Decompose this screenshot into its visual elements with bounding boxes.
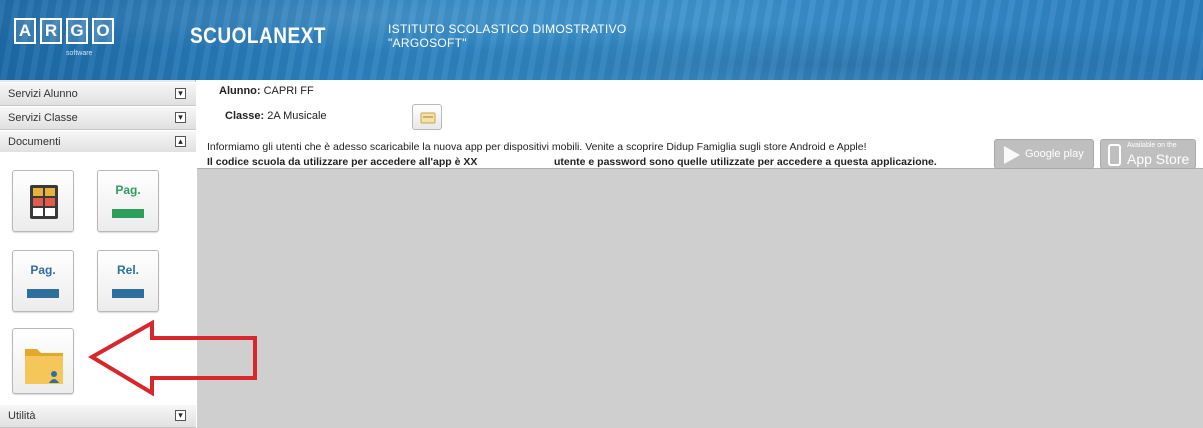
- pagella-green-button[interactable]: Pag.: [97, 170, 159, 232]
- relazione-blue-bar-icon: [112, 289, 144, 298]
- expand-toggle-icon[interactable]: ▾: [175, 112, 186, 123]
- pagella-label: Pag.: [30, 263, 56, 277]
- logo-subtitle: software: [66, 50, 93, 57]
- student-label: Alunno:: [219, 85, 261, 97]
- institute-line-2: "ARGOSOFT": [388, 36, 467, 50]
- user-folder-icon: [25, 349, 63, 384]
- logo-letter-o: O: [92, 18, 114, 44]
- app-notice-line-2a: Il codice scuola da utilizzare per acced…: [207, 156, 478, 168]
- app-store-badge[interactable]: Available on the App Store: [1100, 139, 1196, 169]
- app-store-available-text: Available on the: [1127, 142, 1177, 149]
- sidebar-section-servizi-classe[interactable]: Servizi Classe ▾: [0, 106, 196, 130]
- app-header: A R G O software SCUOLANEXT ISTITUTO SCO…: [0, 0, 1203, 80]
- main-content: Alunno: CAPRI FF Classe: 2A Musicale Inf…: [197, 80, 1203, 428]
- google-play-label: Google play: [1025, 148, 1084, 160]
- logo-letter-r: R: [40, 18, 62, 44]
- tabellone-voti-button[interactable]: [12, 170, 74, 232]
- expand-toggle-icon[interactable]: ▾: [175, 88, 186, 99]
- google-play-icon: [1004, 146, 1020, 164]
- class-label: Classe:: [225, 110, 265, 122]
- documenti-panel: Pag. Pag. Rel.: [0, 152, 196, 412]
- student-info-bar: Alunno: CAPRI FF Classe: 2A Musicale Inf…: [197, 80, 1203, 169]
- pagella-label: Pag.: [115, 183, 141, 197]
- student-info: Alunno: CAPRI FF: [219, 85, 314, 97]
- relazione-button[interactable]: Rel.: [97, 250, 159, 312]
- logo-letter-g: G: [66, 18, 88, 44]
- sidebar-section-servizi-alunno[interactable]: Servizi Alunno ▾: [0, 82, 196, 106]
- argo-logo[interactable]: A R G O: [14, 18, 114, 44]
- app-notice-line-2b: utente e password sono quelle utilizzate…: [554, 156, 937, 168]
- logo-letter-a: A: [14, 18, 36, 44]
- institute-name: ISTITUTO SCOLASTICO DIMOSTRATIVO "ARGOSO…: [388, 22, 627, 50]
- pagella-blue-bar-icon: [27, 289, 59, 298]
- collapse-toggle-icon[interactable]: ▴: [175, 136, 186, 147]
- documenti-alunno-folder-button[interactable]: [12, 328, 74, 394]
- app-notice-line-1: Informiamo gli utenti che è adesso scari…: [207, 141, 867, 153]
- sidebar-section-label: Documenti: [8, 136, 61, 148]
- sidebar-section-label: Servizi Classe: [8, 112, 78, 124]
- expand-toggle-icon[interactable]: ▾: [175, 410, 186, 421]
- sidebar-section-label: Utilità: [8, 410, 36, 422]
- google-play-badge[interactable]: Google play: [994, 139, 1094, 169]
- sidebar-section-documenti[interactable]: Documenti ▴: [0, 130, 196, 154]
- class-card-icon: [420, 112, 436, 124]
- student-value: CAPRI FF: [263, 85, 314, 97]
- sidebar: Servizi Alunno ▾ Servizi Classe ▾ Docume…: [0, 80, 196, 428]
- pagella-green-bar-icon: [112, 209, 144, 218]
- relazione-label: Rel.: [116, 263, 139, 277]
- phone-icon: [1108, 144, 1121, 166]
- pagella-blue-button[interactable]: Pag.: [12, 250, 74, 312]
- class-value: 2A Musicale: [267, 110, 327, 122]
- sidebar-section-utilita[interactable]: Utilità ▾: [0, 404, 196, 428]
- brand-title: SCUOLANEXT: [190, 24, 326, 49]
- grid-document-icon: [30, 185, 58, 219]
- institute-line-1: ISTITUTO SCOLASTICO DIMOSTRATIVO: [388, 22, 627, 36]
- change-class-button[interactable]: [412, 104, 442, 130]
- class-info: Classe: 2A Musicale: [225, 110, 327, 122]
- sidebar-section-label: Servizi Alunno: [8, 88, 78, 100]
- app-store-label: App Store: [1127, 151, 1190, 167]
- argo-scuolanext-page: A R G O software SCUOLANEXT ISTITUTO SCO…: [0, 0, 1203, 428]
